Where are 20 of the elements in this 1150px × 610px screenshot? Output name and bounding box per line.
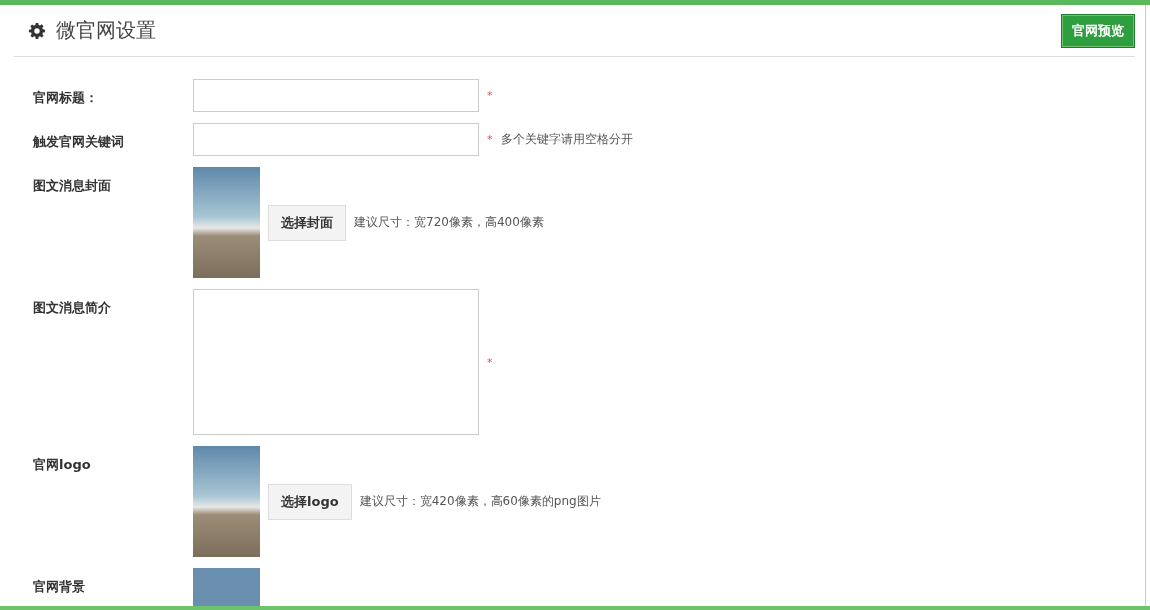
field-label: 官网logo [32,456,92,474]
required-mark: * [487,355,493,369]
text-input[interactable] [193,79,479,112]
page-title: 微官网设置 [56,17,157,44]
text-input[interactable] [193,123,479,156]
hint-text: 建议尺寸：宽420像素，高60像素的png图片 [359,493,601,510]
photo-placeholder [193,568,260,606]
select-image-button[interactable]: 选择封面 [268,204,346,241]
hint-text: 多个关键字请用空格分开 [500,131,633,148]
field-label: 触发官网关键词 [32,133,125,151]
select-image-button[interactable]: 选择logo [268,483,352,520]
field-label: 图文消息简介 [32,299,112,317]
field-label: 图文消息封面 [32,177,112,195]
field-label: 官网标题： [32,89,99,107]
required-mark: * [487,89,493,102]
hint-text: 建议尺寸：宽720像素，高400像素 [354,214,544,231]
text-area[interactable] [193,289,479,435]
field-label: 官网背景 [32,578,86,596]
settings-icon [28,21,46,40]
required-mark: * [487,133,493,146]
